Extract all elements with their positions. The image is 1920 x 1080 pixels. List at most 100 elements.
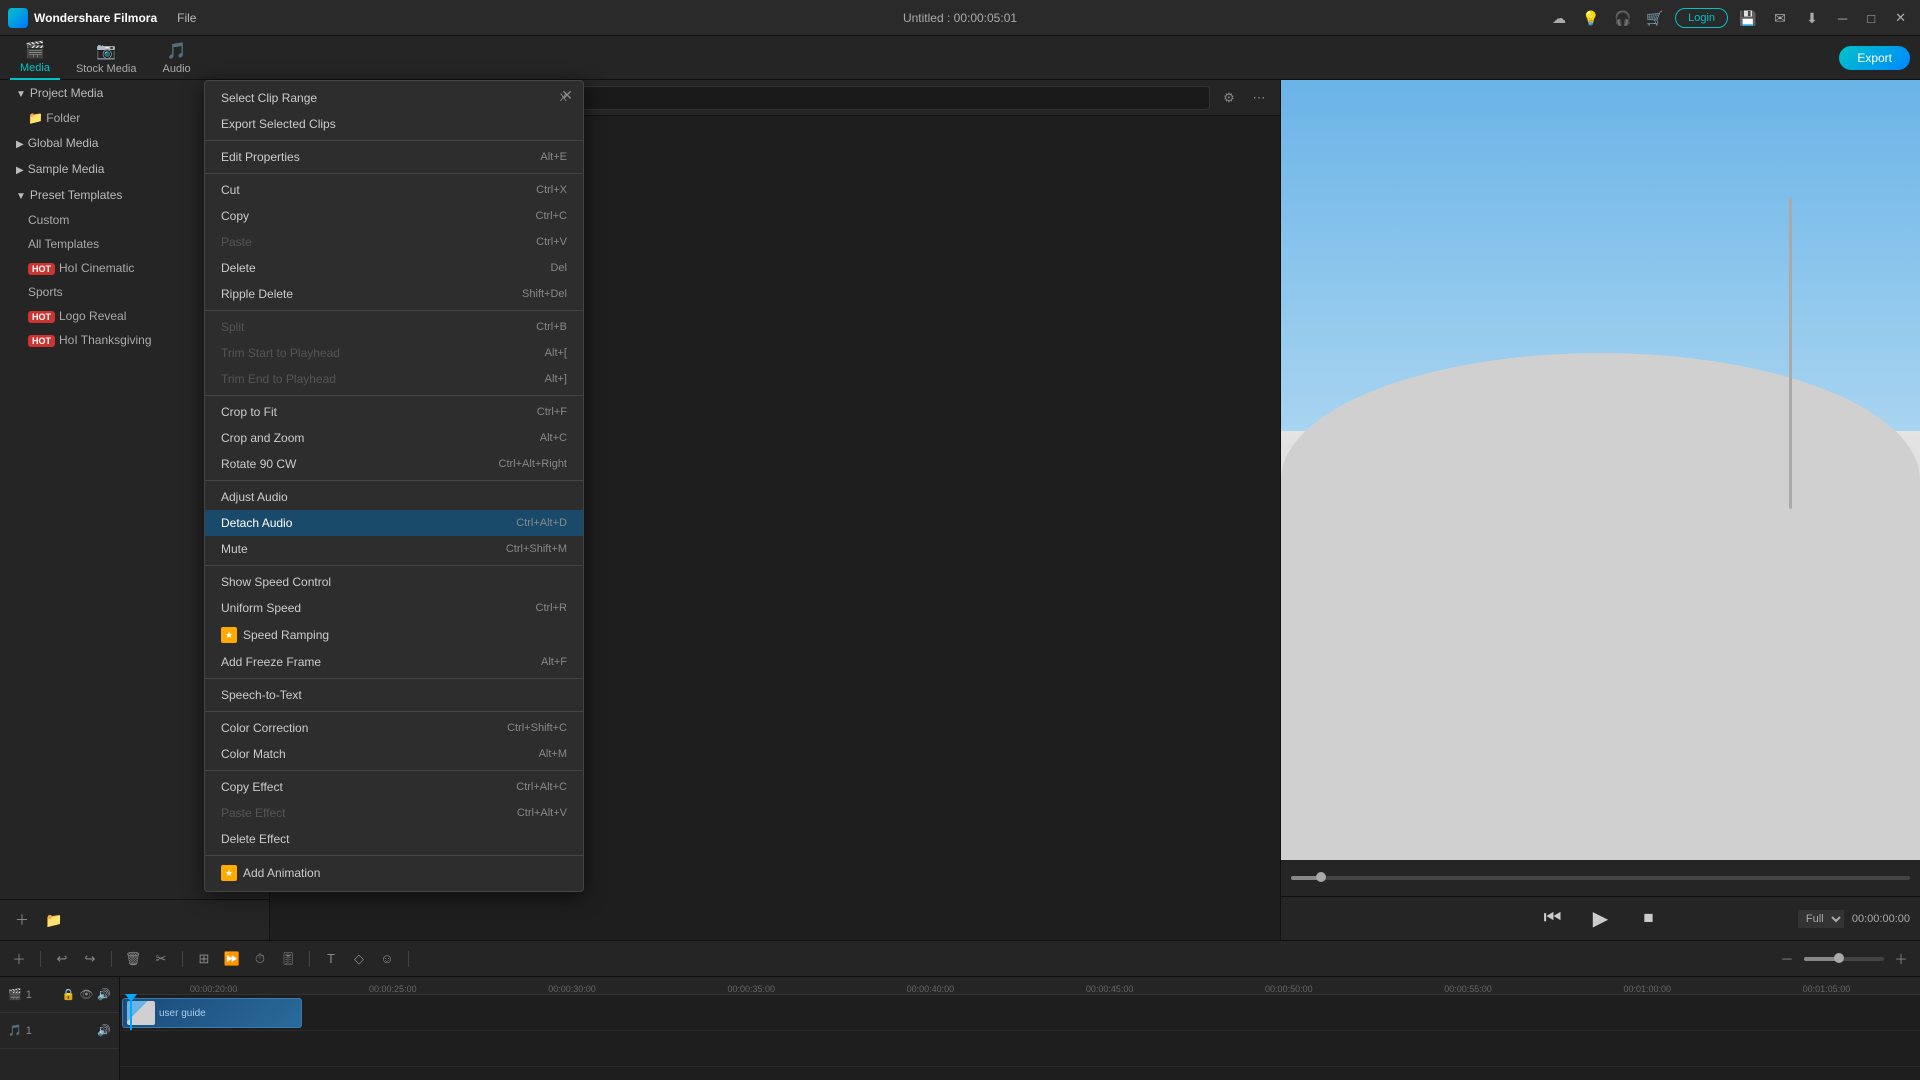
ctx-paste: Paste Ctrl+V bbox=[205, 229, 583, 255]
ctx-show-speed-control[interactable]: Show Speed Control bbox=[205, 569, 583, 595]
tab-media[interactable]: 🎬 Media bbox=[10, 36, 60, 80]
ctx-uniform-speed[interactable]: Uniform Speed Ctrl+R bbox=[205, 595, 583, 621]
ctx-label-adjust-audio: Adjust Audio bbox=[221, 490, 288, 504]
maximize-button[interactable]: □ bbox=[1861, 11, 1881, 26]
track-label-video: 🎬 1 🔒 👁 🔊 bbox=[0, 977, 119, 1013]
ctx-export-selected-clips[interactable]: Export Selected Clips bbox=[205, 111, 583, 137]
ruler-tick: 00:00:25:00 bbox=[303, 984, 482, 994]
media-grid-icon[interactable]: ⊞ bbox=[193, 948, 215, 970]
ctx-delete[interactable]: Delete Del bbox=[205, 255, 583, 281]
tl-sep-2 bbox=[111, 951, 112, 967]
ctx-cut[interactable]: Cut Ctrl+X bbox=[205, 177, 583, 203]
ctx-ripple-delete[interactable]: Ripple Delete Shift+Del bbox=[205, 281, 583, 307]
zoom-out-button[interactable]: － bbox=[1776, 948, 1798, 970]
add-sticker-button[interactable]: ☺ bbox=[376, 948, 398, 970]
add-mark-button[interactable]: ◇ bbox=[348, 948, 370, 970]
ctx-label-crop-and-zoom: Crop and Zoom bbox=[221, 431, 304, 445]
ctx-crop-and-zoom[interactable]: Crop and Zoom Alt+C bbox=[205, 425, 583, 451]
ctx-rotate-90[interactable]: Rotate 90 CW Ctrl+Alt+Right bbox=[205, 451, 583, 477]
track-eye-icon[interactable]: 👁 bbox=[79, 988, 93, 1001]
ctx-sep-3 bbox=[205, 310, 583, 311]
ruler-tick: 00:00:20:00 bbox=[124, 984, 303, 994]
bulb-icon[interactable]: 💡 bbox=[1579, 6, 1603, 30]
view-toggle-icon[interactable]: ⋯ bbox=[1248, 87, 1270, 109]
timeline-content: 🎬 1 🔒 👁 🔊 🎵 1 🔊 00:00:20:00 00:00:25:00 … bbox=[0, 977, 1920, 1080]
logo-icon bbox=[8, 8, 28, 28]
ctx-shortcut-mute: Ctrl+Shift+M bbox=[506, 543, 567, 555]
ruler-tick: 00:00:40:00 bbox=[841, 984, 1020, 994]
ctx-label-trim-start: Trim Start to Playhead bbox=[221, 346, 340, 360]
playhead[interactable] bbox=[130, 995, 132, 1030]
panel-bottom-icons: ＋ 📁 bbox=[0, 899, 269, 940]
preview-progress-bar[interactable] bbox=[1291, 876, 1910, 880]
ctx-delete-effect[interactable]: Delete Effect bbox=[205, 826, 583, 852]
ctx-edit-properties[interactable]: Edit Properties Alt+E bbox=[205, 144, 583, 170]
sports-label: Sports bbox=[28, 285, 63, 299]
tab-audio[interactable]: 🎵 Audio bbox=[153, 37, 201, 79]
cut-clip-button[interactable]: ✂ bbox=[150, 948, 172, 970]
play-button[interactable]: ▶ bbox=[1585, 903, 1617, 935]
ctx-shortcut-copy: Ctrl+C bbox=[536, 210, 567, 222]
zoom-slider[interactable] bbox=[1804, 957, 1884, 961]
ctx-speech-to-text[interactable]: Speech-to-Text bbox=[205, 682, 583, 708]
filter-icon[interactable]: ⚙ bbox=[1218, 87, 1240, 109]
video-clip[interactable]: user guide bbox=[122, 998, 302, 1028]
zoom-in-button[interactable]: ＋ bbox=[1890, 948, 1912, 970]
stop-button[interactable]: ⏹ bbox=[1633, 903, 1665, 935]
ctx-adjust-audio[interactable]: Adjust Audio bbox=[205, 484, 583, 510]
headset-icon[interactable]: 🎧 bbox=[1611, 6, 1635, 30]
ctx-crop-to-fit[interactable]: Crop to Fit Ctrl+F bbox=[205, 399, 583, 425]
track-audio-mute-icon[interactable]: 🔊 bbox=[97, 1024, 111, 1037]
ctx-detach-audio[interactable]: Detach Audio Ctrl+Alt+D bbox=[205, 510, 583, 536]
save-icon[interactable]: 💾 bbox=[1736, 6, 1760, 30]
new-folder-button[interactable]: 📁 bbox=[42, 908, 66, 932]
add-track-button[interactable]: ＋ bbox=[8, 948, 30, 970]
context-menu-close[interactable]: ✕ bbox=[561, 87, 573, 104]
tab-stock-media[interactable]: 📷 Stock Media bbox=[66, 37, 147, 79]
tab-media-label: Media bbox=[20, 62, 50, 74]
video-track: user guide bbox=[120, 995, 1920, 1031]
ctx-color-correction[interactable]: Color Correction Ctrl+Shift+C bbox=[205, 715, 583, 741]
redo-button[interactable]: ↪ bbox=[79, 948, 101, 970]
delete-clip-button[interactable]: 🗑 bbox=[122, 948, 144, 970]
export-button[interactable]: Export bbox=[1839, 46, 1910, 70]
clip-speed-icon[interactable]: ⏱ bbox=[249, 948, 271, 970]
split-audio-icon[interactable]: 🎚 bbox=[277, 948, 299, 970]
all-templates-label: All Templates bbox=[28, 237, 99, 251]
track-lock-icon[interactable]: 🔒 bbox=[62, 988, 76, 1001]
custom-label: Custom bbox=[28, 213, 69, 227]
ripple-edit-icon[interactable]: ⏩ bbox=[221, 948, 243, 970]
quality-selector[interactable]: Full 1/2 1/4 bbox=[1798, 910, 1844, 928]
ctx-speed-ramping[interactable]: ★Speed Ramping bbox=[205, 621, 583, 649]
tl-sep-4 bbox=[309, 951, 310, 967]
ruler-tick: 00:00:45:00 bbox=[1020, 984, 1199, 994]
ctx-color-match[interactable]: Color Match Alt+M bbox=[205, 741, 583, 767]
ctx-add-animation[interactable]: ★Add Animation bbox=[205, 859, 583, 887]
ctx-mute[interactable]: Mute Ctrl+Shift+M bbox=[205, 536, 583, 562]
track-mute-icon[interactable]: 🔊 bbox=[97, 988, 111, 1001]
download-icon[interactable]: ⬇ bbox=[1800, 6, 1824, 30]
rewind-button[interactable]: ⏮ bbox=[1537, 903, 1569, 935]
undo-button[interactable]: ↩ bbox=[51, 948, 73, 970]
ctx-copy[interactable]: Copy Ctrl+C bbox=[205, 203, 583, 229]
close-button[interactable]: ✕ bbox=[1889, 10, 1912, 26]
file-menu[interactable]: File bbox=[169, 7, 204, 29]
minimize-button[interactable]: ─ bbox=[1832, 11, 1853, 26]
topbar-right-controls: ☁ 💡 🎧 🛒 Login 💾 ✉ ⬇ ─ □ ✕ bbox=[1547, 0, 1912, 36]
ramp-shape bbox=[1281, 353, 1920, 860]
ctx-sep-8 bbox=[205, 711, 583, 712]
track-video-icon: 🎬 bbox=[8, 988, 22, 1001]
login-button[interactable]: Login bbox=[1675, 8, 1728, 28]
ctx-select-clip-range[interactable]: Select Clip Range X bbox=[205, 85, 583, 111]
cart-icon[interactable]: 🛒 bbox=[1643, 6, 1667, 30]
audio-icon: 🎵 bbox=[167, 41, 187, 61]
ctx-copy-effect[interactable]: Copy Effect Ctrl+Alt+C bbox=[205, 774, 583, 800]
ctx-add-freeze-frame[interactable]: Add Freeze Frame Alt+F bbox=[205, 649, 583, 675]
add-text-button[interactable]: T bbox=[320, 948, 342, 970]
mail-icon[interactable]: ✉ bbox=[1768, 6, 1792, 30]
ctx-shortcut-detach-audio: Ctrl+Alt+D bbox=[516, 517, 567, 529]
ctx-label-detach-audio: Detach Audio bbox=[221, 516, 292, 530]
add-media-button[interactable]: ＋ bbox=[10, 908, 34, 932]
cloud-icon[interactable]: ☁ bbox=[1547, 6, 1571, 30]
ruler-tick: 00:00:30:00 bbox=[482, 984, 661, 994]
